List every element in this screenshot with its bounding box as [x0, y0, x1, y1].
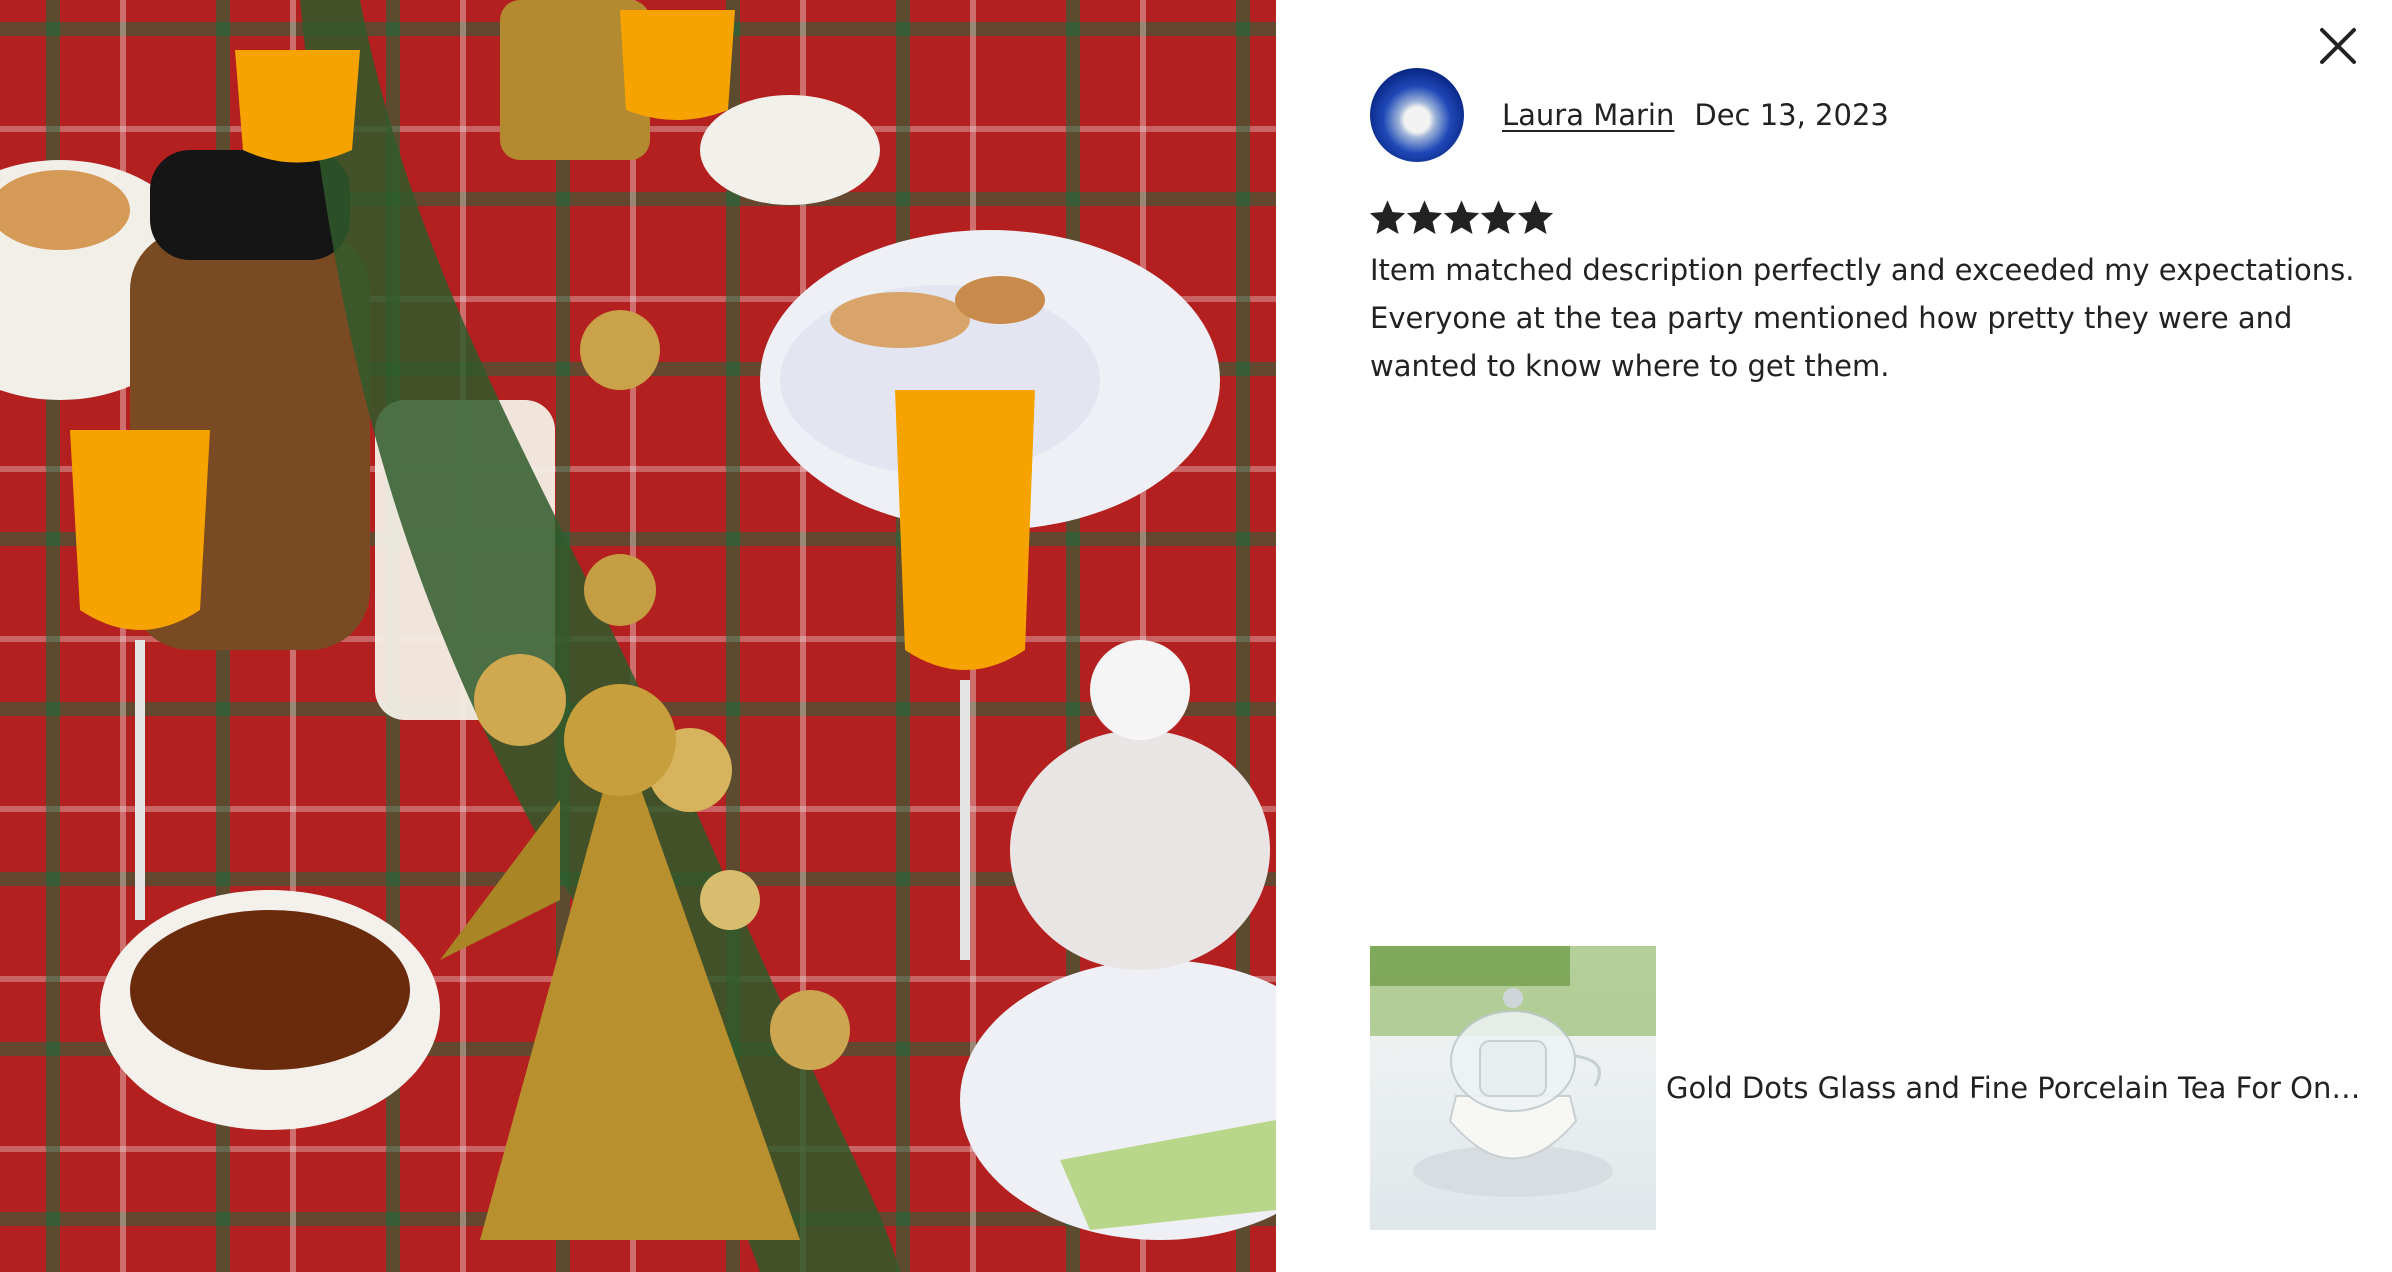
- ornament-shape: [584, 554, 656, 626]
- reviewer-name-link[interactable]: Laura Marin: [1502, 98, 1674, 132]
- reviewer-row: Laura Marin Dec 13, 2023: [1370, 68, 1889, 162]
- angel-wing-shape: [440, 800, 560, 960]
- mimosa-glass-shape: [235, 50, 360, 163]
- ornament-shape: [474, 654, 566, 746]
- ornament-shape: [580, 310, 660, 390]
- close-icon: [2320, 28, 2356, 64]
- star-icon: [1481, 200, 1516, 235]
- angel-head-shape: [564, 684, 676, 796]
- mimosa-glass-shape: [895, 390, 1035, 670]
- product-title[interactable]: Gold Dots Glass and Fine Porcelain Tea F…: [1666, 1071, 2372, 1105]
- teapot-shape: [1010, 730, 1270, 970]
- cup-shape: [700, 95, 880, 205]
- avatar[interactable]: [1370, 68, 1464, 162]
- star-icon: [1518, 200, 1553, 235]
- tea-shape: [130, 910, 410, 1070]
- glass-stem-shape: [135, 640, 145, 920]
- star-icon: [1407, 200, 1442, 235]
- pastry-shape: [830, 292, 970, 348]
- ornament-shape: [700, 870, 760, 930]
- review-date: Dec 13, 2023: [1694, 98, 1889, 132]
- star-icon: [1370, 200, 1405, 235]
- mimosa-glass-shape: [620, 10, 735, 120]
- pastry-shape: [955, 276, 1045, 324]
- star-rating: [1370, 200, 1553, 235]
- product-image: [1370, 946, 1656, 1197]
- ornament-shape: [770, 990, 850, 1070]
- review-modal: Laura Marin Dec 13, 2023 Item matched de…: [0, 0, 2392, 1272]
- mimosa-glass-shape: [70, 430, 210, 630]
- review-text: Item matched description perfectly and e…: [1370, 253, 2355, 383]
- close-button[interactable]: [2316, 24, 2360, 68]
- star-icon: [1444, 200, 1479, 235]
- review-photo: [0, 0, 1276, 1272]
- product-link[interactable]: Gold Dots Glass and Fine Porcelain Tea F…: [1370, 946, 2372, 1230]
- product-thumbnail[interactable]: [1370, 946, 1656, 1230]
- carafe-lid-shape: [150, 150, 350, 260]
- teapot-lid-shape: [1090, 640, 1190, 740]
- tea-party-table-illustration: [0, 0, 1276, 1272]
- glass-stem-shape: [960, 680, 970, 960]
